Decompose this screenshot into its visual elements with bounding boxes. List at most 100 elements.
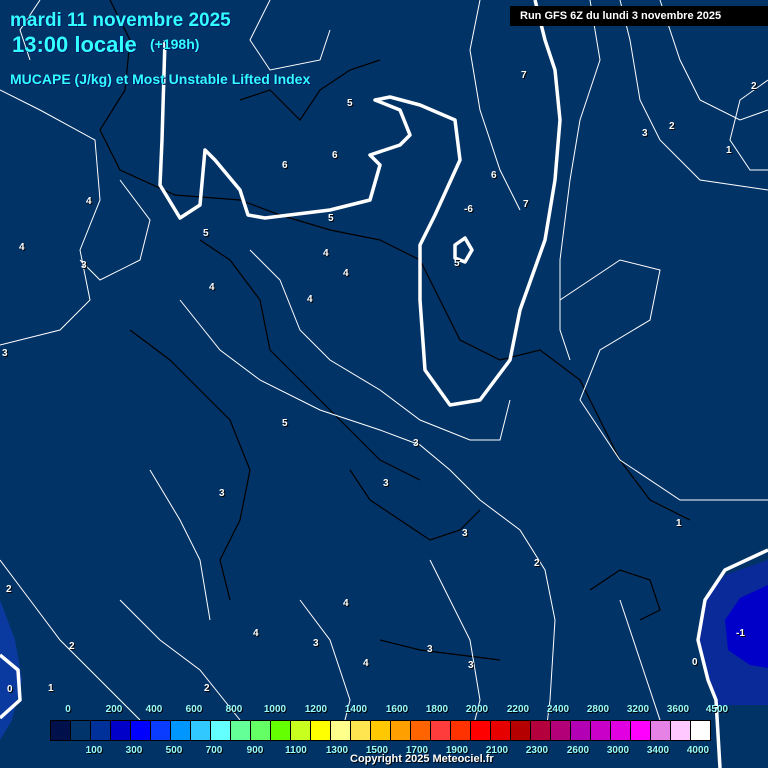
legend-swatch (591, 721, 611, 740)
legend-swatch (431, 721, 451, 740)
legend-label-bottom: 3000 (606, 745, 630, 756)
contour-label: 0 (692, 657, 698, 668)
contour-label: 3 (468, 660, 474, 671)
legend-swatch (491, 721, 511, 740)
legend-swatch (71, 721, 91, 740)
legend-swatch (551, 721, 571, 740)
contour-label: 3 (642, 128, 648, 139)
legend-swatch (311, 721, 331, 740)
contour-label: 5 (328, 213, 334, 224)
model-run-label: Run GFS 6Z du lundi 3 novembre 2025 (510, 6, 768, 26)
legend-label-top: 1000 (263, 704, 287, 715)
legend-swatch (91, 721, 111, 740)
contour-label: 1 (726, 145, 732, 156)
legend-swatch (691, 721, 710, 740)
legend-label-top: 2000 (465, 704, 489, 715)
contour-label: 3 (81, 260, 87, 271)
legend-swatch (371, 721, 391, 740)
legend-label-top: 0 (65, 704, 71, 715)
forecast-lead-time: (+198h) (150, 36, 200, 52)
contour-label: 1 (676, 518, 682, 529)
legend-label-top: 2800 (586, 704, 610, 715)
contour-label: 6 (491, 170, 497, 181)
legend-label-top: 1200 (304, 704, 328, 715)
contour-label: 5 (282, 418, 288, 429)
legend-swatch (231, 721, 251, 740)
legend-label-bottom: 3400 (646, 745, 670, 756)
legend-swatch (531, 721, 551, 740)
legend-swatch (171, 721, 191, 740)
contour-label: 5 (203, 228, 209, 239)
legend-swatch (391, 721, 411, 740)
legend-label-top: 200 (105, 704, 123, 715)
contour-label: 2 (669, 121, 675, 132)
legend-label-bottom: 4000 (686, 745, 710, 756)
legend-swatch (111, 721, 131, 740)
legend-label-bottom: 2600 (566, 745, 590, 756)
contour-label: 2 (534, 558, 540, 569)
legend-swatch (211, 721, 231, 740)
parameter-title: MUCAPE (J/kg) et Most Unstable Lifted In… (10, 71, 311, 87)
legend-swatch (191, 721, 211, 740)
contour-label: 4 (19, 242, 25, 253)
contour-label: 2 (6, 584, 12, 595)
legend-label-top: 600 (185, 704, 203, 715)
contour-label: 4 (307, 294, 313, 305)
legend-swatch (511, 721, 531, 740)
contour-label: 0 (7, 684, 13, 695)
legend-label-bottom: 100 (85, 745, 103, 756)
legend-swatch (51, 721, 71, 740)
legend-swatch (131, 721, 151, 740)
legend-label-top: 3200 (626, 704, 650, 715)
legend-label-top: 1400 (344, 704, 368, 715)
legend-label-bottom: 700 (205, 745, 223, 756)
legend-label-top: 400 (145, 704, 163, 715)
contour-label: 3 (2, 348, 8, 359)
contour-label: 4 (363, 658, 369, 669)
legend-label-bottom: 2300 (525, 745, 549, 756)
legend-label-bottom: 1100 (285, 745, 307, 756)
legend-label-bottom: 900 (246, 745, 264, 756)
contour-label: 4 (323, 248, 329, 259)
legend-label-top: 800 (225, 704, 243, 715)
contour-label: 4 (343, 268, 349, 279)
contour-label: 5 (454, 258, 460, 269)
thick-contours (0, 0, 768, 768)
legend-swatch (331, 721, 351, 740)
legend-swatch (471, 721, 491, 740)
contour-label: 4 (343, 598, 349, 609)
legend-swatch (151, 721, 171, 740)
contour-label: -6 (464, 204, 473, 215)
contour-label: 2 (69, 641, 75, 652)
contour-label: 4 (209, 282, 215, 293)
legend-swatch (451, 721, 471, 740)
contour-label: 3 (219, 488, 225, 499)
copyright: Copyright 2025 Meteociel.fr (350, 753, 494, 765)
legend-swatch (651, 721, 671, 740)
contour-label: 5 (347, 98, 353, 109)
contour-label: 2 (751, 81, 757, 92)
contour-label: 1 (48, 683, 54, 694)
legend-swatch (351, 721, 371, 740)
legend-label-top: 4500 (705, 704, 729, 715)
legend-label-bottom: 500 (165, 745, 183, 756)
contour-label: 3 (462, 528, 468, 539)
contour-label: 2 (204, 683, 210, 694)
contour-label: -1 (736, 628, 745, 639)
contour-label: 7 (523, 199, 529, 210)
color-legend (50, 720, 711, 741)
legend-swatch (411, 721, 431, 740)
contour-label: 4 (86, 196, 92, 207)
legend-swatch (671, 721, 691, 740)
contour-label: 3 (313, 638, 319, 649)
forecast-time: 13:00 locale (12, 32, 137, 57)
legend-label-bottom: 300 (125, 745, 143, 756)
legend-swatch (291, 721, 311, 740)
legend-swatch (611, 721, 631, 740)
legend-label-top: 3600 (666, 704, 690, 715)
contour-label: 3 (427, 644, 433, 655)
contour-label: 4 (253, 628, 259, 639)
legend-label-top: 1600 (385, 704, 409, 715)
thin-contours (0, 0, 768, 741)
legend-label-bottom: 1300 (325, 745, 349, 756)
